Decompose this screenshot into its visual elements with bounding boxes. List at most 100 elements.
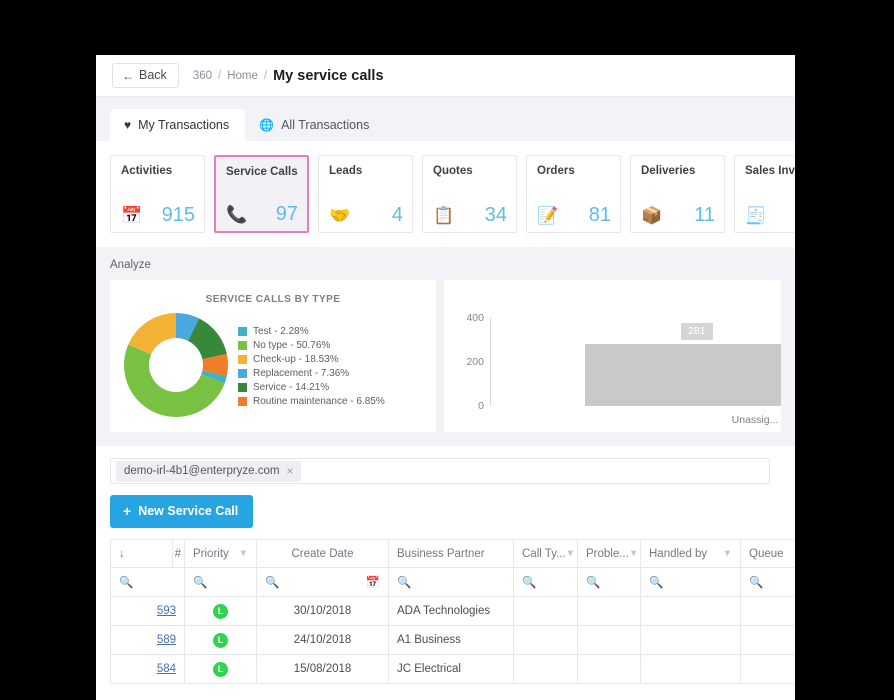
- search-cell-business-partner[interactable]: 🔍: [388, 567, 514, 597]
- search-icon[interactable]: 🔍: [522, 575, 536, 589]
- legend-item: Test - 2.28%: [238, 326, 385, 337]
- search-cell-handled-by[interactable]: 🔍: [640, 567, 741, 597]
- bar-ytick-200: 200: [466, 356, 484, 368]
- kpi-card-leads[interactable]: Leads 🤝 4: [318, 155, 413, 233]
- close-icon[interactable]: ×: [286, 464, 293, 478]
- kpi-card-deliveries[interactable]: Deliveries 📦 11: [630, 155, 725, 233]
- legend-item: Check-up - 18.53%: [238, 354, 385, 365]
- priority-badge: L: [213, 632, 228, 648]
- kpi-value: 97: [275, 203, 298, 225]
- search-icon[interactable]: 🔍: [586, 575, 600, 589]
- plus-icon: +: [123, 503, 132, 519]
- application-panel: ← Back 360 / Home / My service calls ♥ M…: [96, 55, 795, 700]
- filter-chip-label: demo-irl-4b1@enterpryze.com: [124, 464, 280, 477]
- search-icon[interactable]: 🔍: [265, 575, 279, 589]
- bar-chart: 400 200 0 281 Unassig...: [444, 280, 781, 432]
- search-icon[interactable]: 🔍: [649, 575, 663, 589]
- cell-number: 589: [110, 625, 185, 655]
- heart-icon: ♥: [124, 118, 132, 132]
- table-row[interactable]: 584 L 15/08/2018 JC Electrical: [110, 654, 795, 684]
- breadcrumb-item-home[interactable]: Home: [227, 70, 258, 82]
- filter-chip-bar[interactable]: demo-irl-4b1@enterpryze.com ×: [110, 458, 770, 484]
- cell-business-partner: ADA Technologies: [388, 596, 514, 626]
- legend-item: Service - 14.21%: [238, 382, 385, 393]
- bar-ytick-0: 0: [478, 400, 484, 412]
- kpi-value: 915: [161, 204, 195, 226]
- kpi-card-activities[interactable]: Activities 📅 915: [110, 155, 205, 233]
- cell-handled-by: [640, 596, 741, 626]
- column-header-create-date[interactable]: Create Date: [256, 539, 389, 568]
- search-icon[interactable]: 🔍: [397, 575, 411, 589]
- legend-label: Routine maintenance - 6.85%: [253, 395, 385, 407]
- column-header-number[interactable]: #: [172, 539, 185, 568]
- priority-badge: L: [213, 603, 228, 619]
- column-label: Priority: [193, 547, 229, 560]
- cell-problem: [577, 625, 641, 655]
- table-row[interactable]: 593 L 30/10/2018 ADA Technologies: [110, 596, 795, 626]
- charts-row: SERVICE CALLS BY TYPE Test - 2.28% No typ…: [110, 280, 781, 432]
- tabs-region: ♥ My Transactions 🌐 All Transactions: [96, 97, 795, 141]
- kpi-card-sales-invoices[interactable]: Sales Invoices 🧾 44: [734, 155, 795, 233]
- bar-ytick-400: 400: [466, 312, 484, 324]
- search-cell-number[interactable]: 🔍: [110, 567, 185, 597]
- service-calls-table: ↓ # Priority ▼ Create Date Business Part…: [110, 539, 795, 684]
- handshake-icon: 🤝: [329, 205, 351, 225]
- column-header-call-type[interactable]: Call Ty... ▼: [513, 539, 578, 568]
- search-cell-queue[interactable]: 🔍: [740, 567, 795, 597]
- calendar-icon: 📅: [121, 205, 143, 225]
- bar-chart-bar: [585, 344, 781, 406]
- filter-chip[interactable]: demo-irl-4b1@enterpryze.com ×: [116, 460, 301, 482]
- filter-icon[interactable]: ▼: [566, 548, 575, 559]
- search-cell-priority[interactable]: 🔍: [184, 567, 257, 597]
- column-label: Handled by: [649, 547, 708, 560]
- legend-swatch: [238, 340, 247, 350]
- column-header-queue[interactable]: Queue: [740, 539, 795, 568]
- search-icon[interactable]: 🔍: [749, 575, 763, 589]
- kpi-title: Service Calls: [226, 166, 298, 178]
- back-button[interactable]: ← Back: [112, 63, 179, 88]
- service-call-link[interactable]: 584: [157, 663, 176, 675]
- filter-icon[interactable]: ▼: [239, 548, 248, 559]
- bar-chart-y-axis: [490, 318, 491, 406]
- column-header-problem[interactable]: Proble... ▼: [577, 539, 641, 568]
- column-header-handled-by[interactable]: Handled by ▼: [640, 539, 741, 568]
- tab-bar: ♥ My Transactions 🌐 All Transactions: [110, 109, 781, 141]
- breadcrumb-item-360[interactable]: 360: [193, 70, 212, 82]
- legend-swatch: [238, 326, 247, 336]
- table-region: demo-irl-4b1@enterpryze.com × + New Serv…: [96, 446, 795, 684]
- legend-label: Service - 14.21%: [253, 381, 330, 393]
- search-cell-problem[interactable]: 🔍: [577, 567, 641, 597]
- filter-icon[interactable]: ▼: [629, 548, 638, 559]
- cell-priority: L: [184, 596, 257, 626]
- sort-down-icon: ↓: [119, 547, 125, 560]
- service-call-link[interactable]: 593: [157, 605, 176, 617]
- cell-handled-by: [640, 625, 741, 655]
- new-service-call-label: New Service Call: [138, 504, 239, 518]
- kpi-card-orders[interactable]: Orders 📝 81: [526, 155, 621, 233]
- new-service-call-button[interactable]: + New Service Call: [110, 495, 254, 528]
- tab-all-transactions[interactable]: 🌐 All Transactions: [245, 109, 385, 141]
- column-header-business-partner[interactable]: Business Partner: [388, 539, 514, 568]
- search-cell-create-date[interactable]: 🔍 📅: [256, 567, 389, 597]
- column-header-priority[interactable]: Priority ▼: [184, 539, 257, 568]
- bar-chart-data-label: 281: [681, 323, 713, 340]
- search-icon[interactable]: 🔍: [193, 575, 207, 589]
- search-cell-call-type[interactable]: 🔍: [513, 567, 578, 597]
- cell-call-type: [513, 596, 578, 626]
- search-icon[interactable]: 🔍: [119, 575, 133, 589]
- invoice-icon: 🧾: [745, 205, 767, 225]
- kpi-card-quotes[interactable]: Quotes 📋 34: [422, 155, 517, 233]
- tab-my-transactions[interactable]: ♥ My Transactions: [110, 109, 246, 141]
- filter-icon[interactable]: ▼: [723, 548, 732, 559]
- cell-priority: L: [184, 654, 257, 684]
- table-row[interactable]: 589 L 24/10/2018 A1 Business: [110, 625, 795, 655]
- service-call-link[interactable]: 589: [157, 634, 176, 646]
- tab-label: All Transactions: [281, 118, 370, 132]
- calendar-icon[interactable]: 📅: [366, 575, 380, 589]
- memo-icon: 📝: [537, 205, 559, 225]
- column-label: #: [174, 547, 181, 560]
- column-header-sort[interactable]: ↓: [110, 539, 173, 568]
- cell-number: 584: [110, 654, 185, 684]
- kpi-card-service-calls[interactable]: Service Calls 📞 97: [214, 155, 309, 233]
- column-label: Create Date: [291, 547, 354, 560]
